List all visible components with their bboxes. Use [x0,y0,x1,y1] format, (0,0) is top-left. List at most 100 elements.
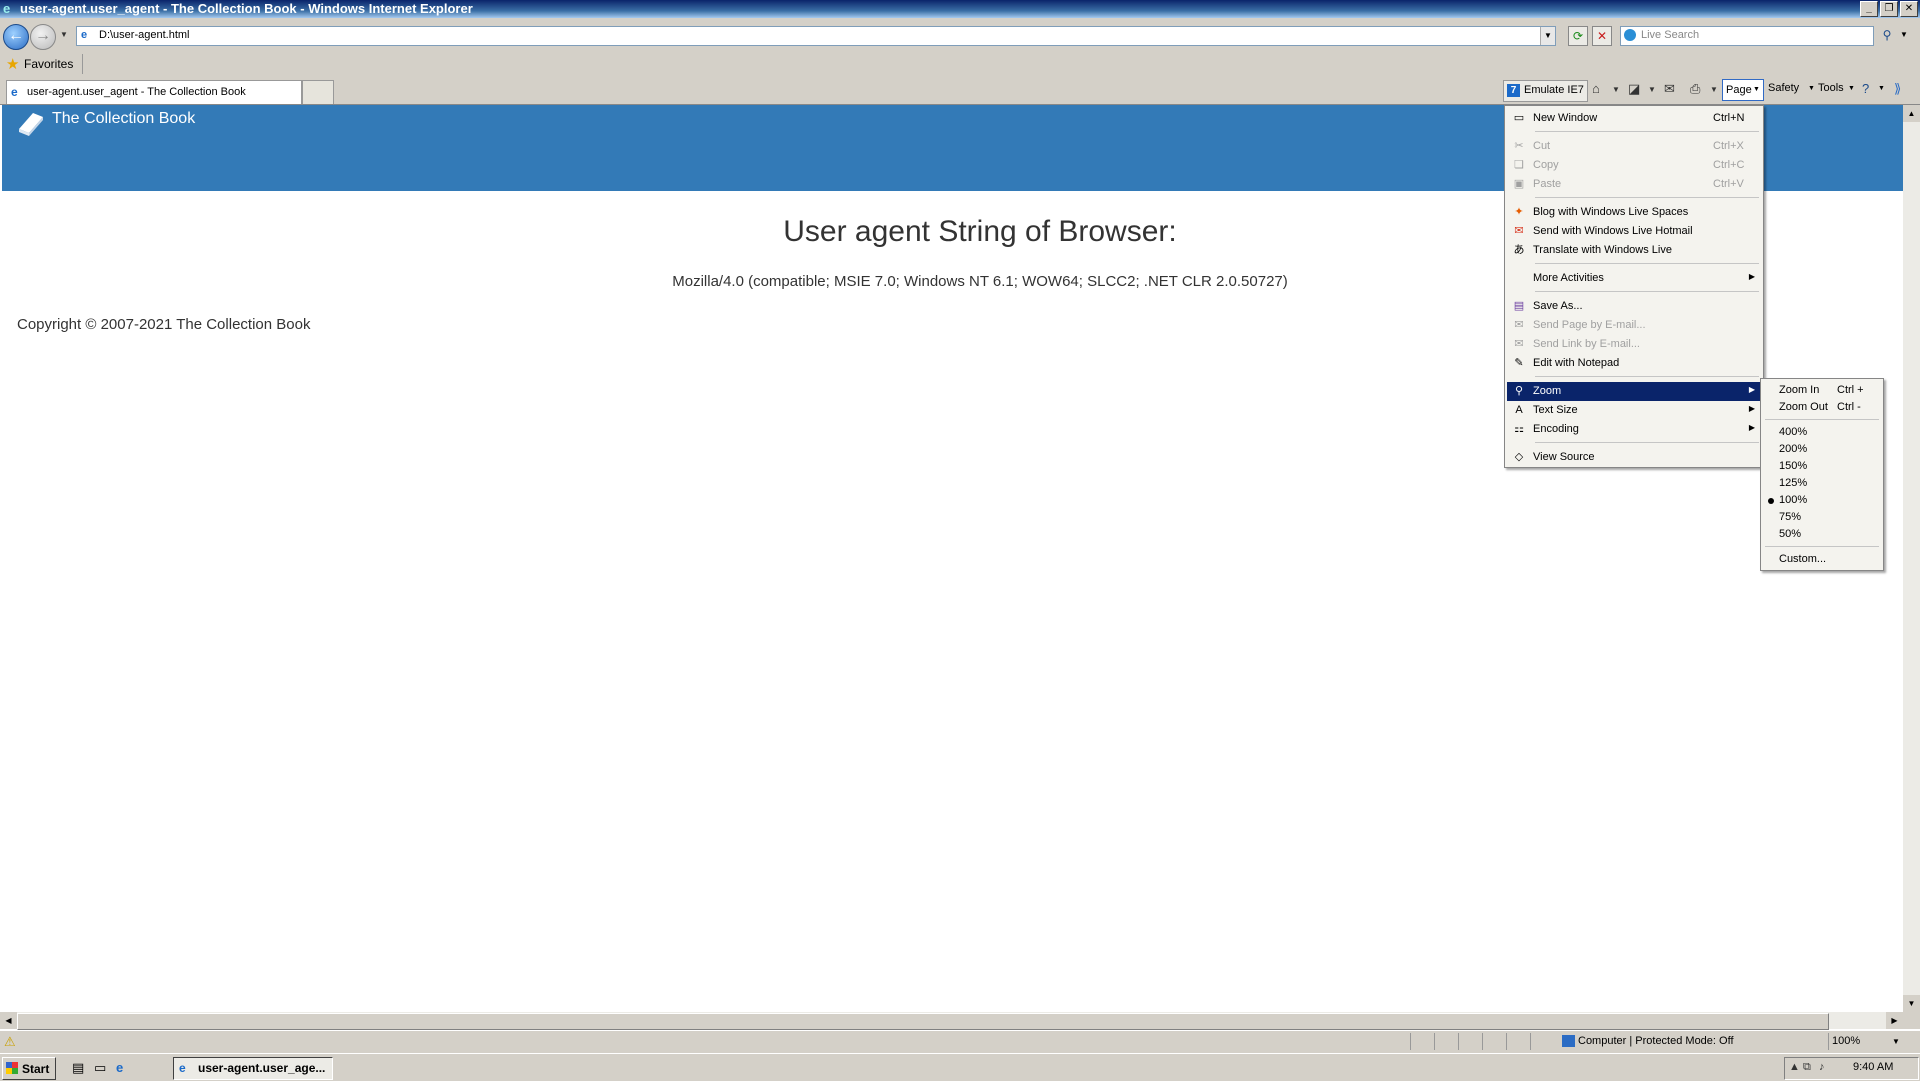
safety-menu-button[interactable]: Safety [1768,82,1799,94]
address-bar[interactable]: e D:\user-agent.html ▼ [76,26,1556,46]
selected-radio-icon [1768,498,1774,504]
status-cell [1530,1033,1553,1050]
address-dropdown-icon[interactable]: ▼ [1540,27,1555,45]
menu-item-more-activities[interactable]: More Activities ▶ [1507,269,1761,288]
text-size-icon: A [1515,404,1523,416]
security-zone-text[interactable]: Computer | Protected Mode: Off [1578,1035,1734,1047]
menu-item-text-size[interactable]: A Text Size ▶ [1507,401,1761,420]
zoom-level-item-selected[interactable]: 100% [1763,492,1881,509]
windows-live-icon: ✦ [1514,206,1524,218]
scrollbar-corner [1903,1012,1920,1029]
status-zoom-level[interactable]: 100% [1832,1035,1860,1047]
zoom-custom-item[interactable]: Custom... [1763,551,1881,568]
page-menu-button[interactable]: Page ▼ [1722,79,1764,101]
menu-item-new-window[interactable]: ▭ New Window Ctrl+N [1507,109,1761,128]
zoom-out-item[interactable]: Zoom Out Ctrl - [1763,399,1881,416]
print-dropdown-icon[interactable]: ▼ [1710,85,1718,94]
zoom-level-item[interactable]: 75% [1763,509,1881,526]
minimize-icon[interactable]: _ [1860,1,1878,17]
star-icon[interactable]: ★ [6,55,19,73]
network-icon[interactable]: ⧉ [1803,1061,1811,1074]
restore-icon[interactable]: ❐ [1880,1,1898,17]
home-icon[interactable]: ⌂ [1592,81,1600,96]
horizontal-scroll-thumb[interactable] [17,1013,1829,1030]
menu-item-cut[interactable]: ✂ Cut Ctrl+X [1507,137,1761,156]
volume-icon[interactable]: ♪ [1819,1061,1825,1073]
research-icon[interactable]: ⟫ [1894,81,1901,97]
scroll-left-icon[interactable]: ◀ [0,1012,17,1029]
back-button[interactable]: ← [3,24,29,50]
menu-label: 150% [1779,460,1808,472]
tab-active[interactable]: e user-agent.user_agent - The Collection… [6,80,302,104]
menu-item-send-page[interactable]: ✉ Send Page by E-mail... [1507,316,1761,335]
zoom-level-item[interactable]: 50% [1763,526,1881,543]
warning-icon[interactable]: ⚠ [4,1034,16,1050]
search-box[interactable]: Live Search [1620,26,1874,46]
scroll-up-icon[interactable]: ▲ [1903,105,1920,122]
menu-item-paste[interactable]: ▣ Paste Ctrl+V [1507,175,1761,194]
menu-item-translate[interactable]: あ Translate with Windows Live [1507,241,1761,260]
refresh-button[interactable]: ⟳ [1568,26,1588,46]
search-input[interactable]: Live Search [1641,29,1699,41]
menu-item-save-as[interactable]: ▤ Save As... [1507,297,1761,316]
help-icon[interactable]: ? [1862,81,1869,96]
tools-menu-button[interactable]: Tools [1818,82,1844,94]
ie-quicklaunch-icon[interactable]: e [116,1060,123,1075]
zoom-dropdown-icon[interactable]: ▼ [1892,1037,1900,1046]
zoom-level-item[interactable]: 150% [1763,458,1881,475]
search-button[interactable]: ⚲ [1877,26,1897,44]
start-button[interactable]: Start [2,1057,56,1080]
menu-item-zoom[interactable]: ⚲ Zoom ▶ [1507,382,1761,401]
horizontal-scrollbar[interactable]: ◀ ▶ [0,1012,1903,1030]
server-manager-icon[interactable]: ▤ [72,1060,84,1076]
tools-dropdown-icon[interactable]: ▼ [1848,85,1855,92]
zoom-level-item[interactable]: 125% [1763,475,1881,492]
recent-pages-dropdown[interactable]: ▼ [60,30,68,39]
menu-item-blog[interactable]: ✦ Blog with Windows Live Spaces [1507,203,1761,222]
menu-item-send-hotmail[interactable]: ✉ Send with Windows Live Hotmail [1507,222,1761,241]
hotmail-icon: ✉ [1514,225,1524,237]
clock[interactable]: 9:40 AM [1853,1061,1893,1073]
search-options-dropdown[interactable]: ▼ [1900,30,1908,39]
address-url[interactable]: D:\user-agent.html [99,29,189,41]
close-icon[interactable]: ✕ [1900,1,1918,17]
menu-item-view-source[interactable]: ◇ View Source [1507,448,1761,467]
zoom-level-item[interactable]: 200% [1763,441,1881,458]
scroll-right-icon[interactable]: ▶ [1886,1012,1903,1029]
home-dropdown-icon[interactable]: ▼ [1612,85,1620,94]
taskbar-item-ie[interactable]: e user-agent.user_age... [173,1057,333,1080]
emulate-ie7-button[interactable]: 7 Emulate IE7 [1503,80,1588,102]
menu-label: 100% [1779,494,1808,506]
stop-button[interactable]: ✕ [1592,26,1612,46]
vertical-scrollbar[interactable]: ▲ ▼ [1903,105,1920,1012]
mail-icon[interactable]: ✉ [1664,81,1675,97]
zoom-level-item[interactable]: 400% [1763,424,1881,441]
menu-shortcut: Ctrl+X [1713,140,1744,152]
zoom-in-item[interactable]: Zoom In Ctrl + [1763,382,1881,399]
rss-icon[interactable]: ◪ [1628,81,1640,97]
live-search-icon [1624,29,1636,41]
page-dropdown-icon: ▼ [1753,86,1760,93]
tray-expand-icon[interactable]: ▲ [1789,1061,1800,1073]
page-icon: e [81,29,88,41]
scroll-down-icon[interactable]: ▼ [1903,995,1920,1012]
menu-item-encoding[interactable]: ⚏ Encoding ▶ [1507,420,1761,439]
back-arrow-icon: ← [8,27,24,44]
favorites-button[interactable]: Favorites [24,57,73,71]
mail-link-icon: ✉ [1514,338,1524,350]
printer-icon[interactable]: ⎙ [1690,81,1700,97]
menu-item-send-link[interactable]: ✉ Send Link by E-mail... [1507,335,1761,354]
new-window-icon: ▭ [1513,112,1525,124]
rss-dropdown-icon[interactable]: ▼ [1648,85,1656,94]
menu-item-edit-notepad[interactable]: ✎ Edit with Notepad [1507,354,1761,373]
new-tab-button[interactable] [302,80,334,104]
forward-button[interactable]: → [30,24,56,50]
site-brand[interactable]: The Collection Book [52,110,195,128]
help-dropdown-icon[interactable]: ▼ [1878,85,1885,92]
encoding-icon: ⚏ [1514,423,1524,435]
menu-item-copy[interactable]: ❏ Copy Ctrl+C [1507,156,1761,175]
menu-shortcut: Ctrl+V [1713,178,1744,190]
safety-dropdown-icon[interactable]: ▼ [1808,85,1815,92]
show-desktop-icon[interactable]: ▭ [94,1060,106,1076]
menu-separator [1535,263,1759,264]
